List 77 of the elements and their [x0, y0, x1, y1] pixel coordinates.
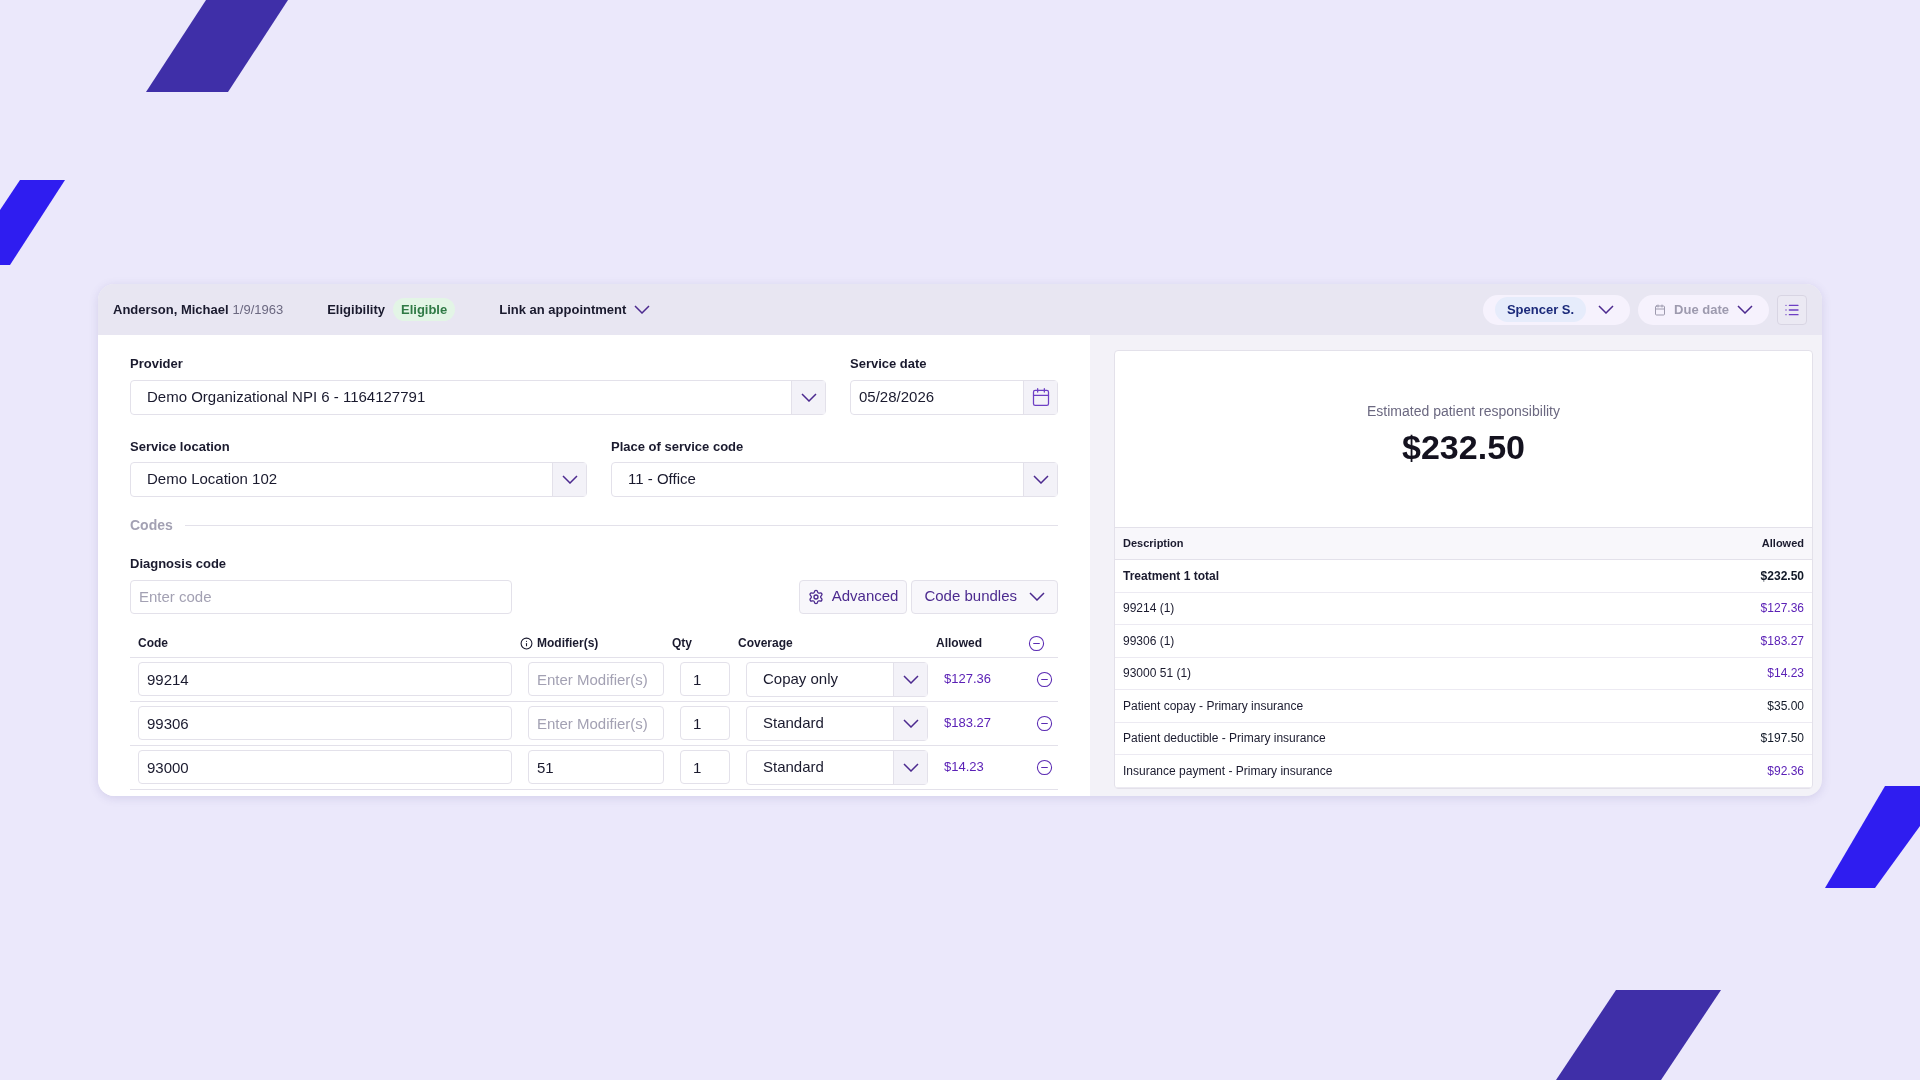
select-field[interactable]: Copay only: [746, 661, 928, 697]
select-field[interactable]: Demo Location 102: [130, 462, 587, 497]
chevron-down-icon: [902, 674, 919, 684]
description-cell-text: 99306 (1): [1123, 632, 1175, 650]
column-header: Coverage: [738, 635, 794, 652]
allowed-amount: $14.23: [944, 758, 985, 777]
assignee-chip: Spencer S.: [1494, 296, 1587, 323]
chevron-down-icon: [902, 762, 919, 772]
code-bundles-dropdown[interactable]: Code bundles: [911, 579, 1058, 614]
patient-dob: 1/9/1963: [232, 300, 284, 319]
select-field[interactable]: 11 - Office: [611, 462, 1058, 497]
chevron-down-icon: [1598, 305, 1615, 314]
summary-label: Estimated patient responsibility: [1367, 402, 1560, 422]
remove-icon: [1036, 670, 1053, 688]
code-field[interactable]: 93000: [138, 750, 512, 784]
chevron-down-icon: [1032, 475, 1049, 484]
description-cell-text: 99214 (1): [1123, 600, 1175, 618]
calendar-icon: [1654, 303, 1667, 316]
remove-icon: [1036, 758, 1053, 776]
code-field[interactable]: 99214: [138, 662, 512, 696]
date-field[interactable]: 05/28/2026: [850, 379, 1058, 415]
column-header: Modifier(s): [537, 635, 599, 652]
description-cell-text: Patient deductible - Primary insurance: [1123, 730, 1326, 748]
allowed-amount: $183.27: [944, 714, 992, 733]
assignee-dropdown[interactable]: Spencer S.: [1482, 294, 1631, 325]
chevron-down-icon: [1737, 305, 1753, 314]
eligibility-label: Eligibility: [327, 300, 385, 319]
allowed-cell-text: $197.50: [1760, 730, 1804, 748]
list-view-button[interactable]: [1777, 294, 1807, 325]
column-header: Allowed: [1761, 536, 1804, 552]
field-label: Service location: [130, 437, 231, 456]
description-cell-text: Insurance payment - Primary insurance: [1123, 762, 1333, 780]
column-header: Code: [137, 635, 169, 652]
eligibility-badge: Eligible: [393, 297, 456, 322]
advanced-button[interactable]: Advanced: [798, 579, 908, 614]
select-field[interactable]: Standard: [746, 749, 928, 785]
quantity-field[interactable]: 1: [680, 662, 730, 696]
chevron-down-icon: [634, 305, 651, 314]
summary-amount: $232.50: [1402, 427, 1525, 469]
allowed-amount: $127.36: [944, 670, 992, 689]
remove-all-icon: [1028, 634, 1045, 652]
description-cell-text: Treatment 1 total: [1123, 567, 1220, 585]
diagnosis-code-field[interactable]: Enter code: [130, 579, 512, 614]
chevron-down-icon: [902, 718, 919, 728]
section-heading: Codes: [130, 516, 173, 535]
allowed-cell-text: $35.00: [1767, 697, 1804, 715]
column-header: Allowed: [936, 635, 983, 652]
allowed-cell-text: $14.23: [1767, 665, 1804, 683]
link-appointment-dropdown[interactable]: Link an appointment: [499, 299, 651, 320]
description-cell-text: Patient copay - Primary insurance: [1123, 697, 1304, 715]
remove-icon: [1036, 714, 1053, 732]
field-label: Place of service code: [611, 437, 745, 456]
chevron-down-icon: [1029, 592, 1045, 601]
calendar-icon: [1030, 387, 1051, 407]
info-icon: [520, 636, 533, 650]
allowed-cell-text: $127.36: [1760, 600, 1804, 618]
allowed-cell-text: $92.36: [1767, 762, 1804, 780]
chevron-down-icon: [561, 475, 578, 484]
quantity-field[interactable]: 1: [680, 706, 730, 740]
gear-icon: [807, 588, 824, 605]
modifier-field[interactable]: Enter Modifier(s): [528, 662, 664, 696]
patient-name: Anderson, Michael: [113, 300, 229, 319]
code-field[interactable]: 99306: [138, 706, 512, 740]
field-label: Diagnosis code: [130, 555, 228, 573]
field-label: Service date: [850, 355, 928, 373]
select-field[interactable]: Standard: [746, 705, 928, 741]
allowed-cell-text: $232.50: [1760, 567, 1804, 585]
select-field[interactable]: Demo Organizational NPI 6 - 1164127791: [130, 379, 826, 415]
column-header: Qty: [672, 635, 693, 652]
quantity-field[interactable]: 1: [680, 750, 730, 784]
field-label: Provider: [130, 355, 184, 373]
modifier-field[interactable]: Enter Modifier(s): [528, 706, 664, 740]
column-header: Description: [1123, 536, 1184, 552]
allowed-cell-text: $183.27: [1760, 632, 1804, 650]
modifier-field[interactable]: 51: [528, 750, 664, 784]
chevron-down-icon: [800, 392, 817, 402]
description-cell-text: 93000 51 (1): [1123, 665, 1192, 683]
